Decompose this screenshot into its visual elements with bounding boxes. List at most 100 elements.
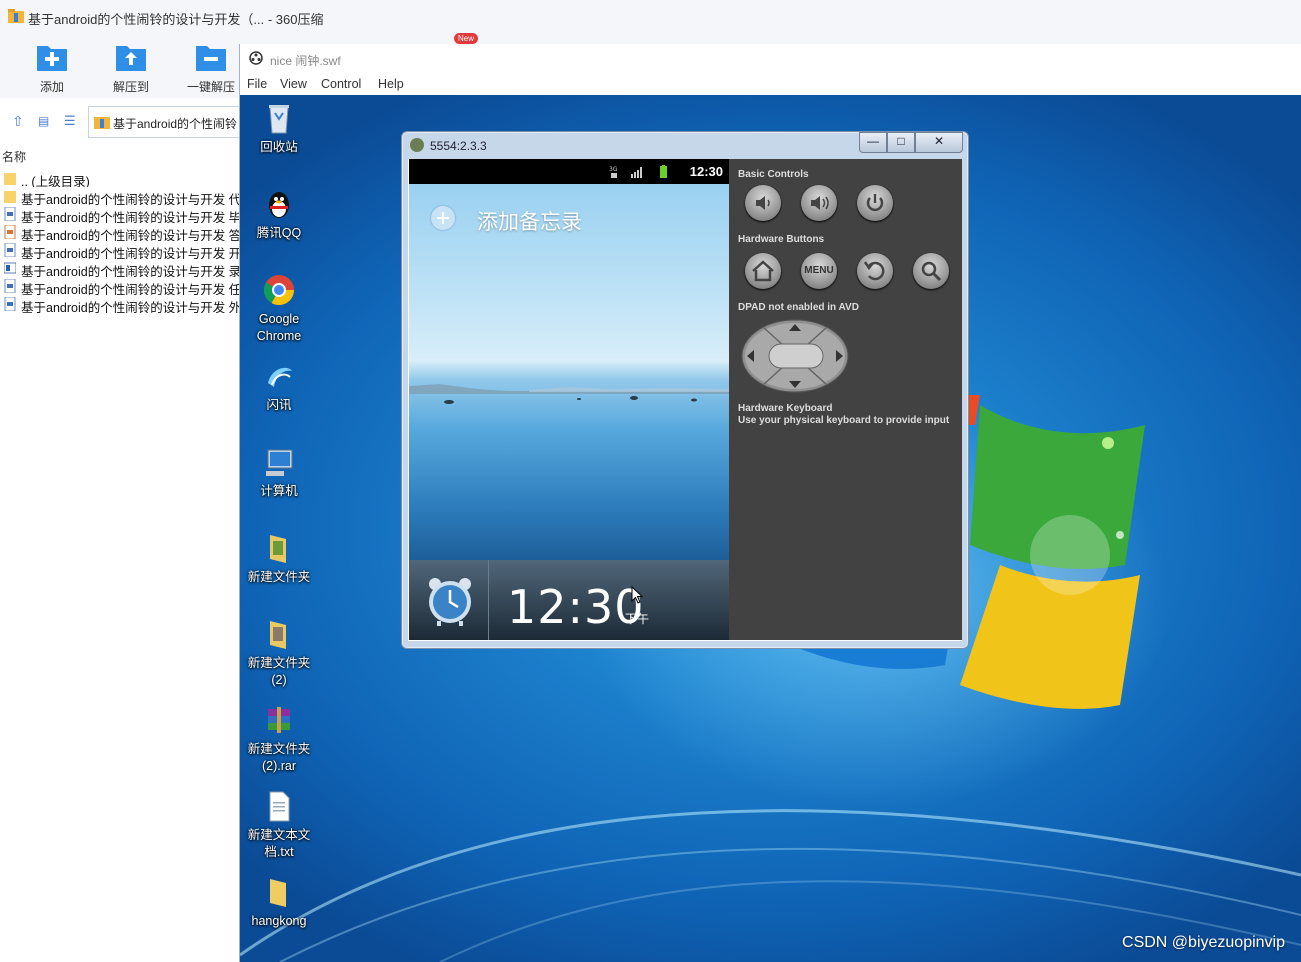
path-input[interactable]: 基于android的个性闹铃 [88, 106, 249, 138]
list-item[interactable]: 基于android的个性闹铃的设计与开发 任 [0, 277, 240, 295]
hardware-keyboard-hint: Use your physical keyboard to provide in… [738, 415, 950, 426]
one-click-label: 一键解压 [186, 80, 235, 94]
desktop-icon-rar[interactable]: 新建文件夹 (2).rar [242, 703, 316, 775]
desktop-icon-new-folder[interactable]: 新建文件夹 [242, 531, 316, 586]
shanxun-icon [262, 359, 296, 393]
path-text: 基于android的个性闹铃 [113, 117, 238, 131]
volume-up-button[interactable] [801, 185, 837, 221]
add-label: 添加 [39, 80, 64, 94]
add-memo-label[interactable]: 添加备忘录 [477, 206, 582, 236]
desktop-icon-qq[interactable]: 腾讯QQ [242, 187, 316, 242]
list-item[interactable]: 基于android的个性闹铃的设计与开发 代 [0, 187, 240, 205]
svg-text:3G: 3G [609, 166, 618, 173]
hangkong-label: hangkong [251, 914, 307, 928]
text-file-icon [262, 789, 296, 823]
power-button[interactable] [857, 185, 893, 221]
list-item[interactable]: 基于android的个性闹铃的设计与开发 开 [0, 241, 240, 259]
computer-icon [262, 445, 296, 479]
flash-menubar: File View Control Help [240, 74, 1301, 94]
desktop-icon-hangkong[interactable]: hangkong [242, 875, 316, 930]
home-button[interactable] [745, 253, 781, 289]
desktop-icon-chrome[interactable]: Google Chrome [242, 273, 316, 345]
menu-button-label: MENU [804, 265, 834, 276]
emulator-title: 5554:2.3.3 [430, 139, 487, 153]
new-badge: New [454, 33, 479, 44]
list-item[interactable]: 基于android的个性闹铃的设计与开发 毕 [0, 205, 240, 223]
folder-icon [262, 531, 296, 565]
list-view-icon[interactable]: ☰ [64, 114, 78, 128]
emulator-control-panel: Basic Controls Hardware Buttons MENU DPA… [729, 159, 962, 640]
android-wallpaper: 添加备忘录 [409, 184, 729, 560]
txt-label: 新建文本文 档.txt [247, 828, 311, 859]
volume-down-icon [756, 196, 770, 210]
desktop-icon-shanxun[interactable]: 闪讯 [242, 359, 316, 414]
name-column-label: 名称 [2, 150, 27, 164]
signal-battery-icons: 3G [609, 165, 667, 178]
folder-icon [4, 191, 16, 203]
qq-penguin-icon [262, 187, 296, 221]
flash-titlebar: nice 闹钟.swf [240, 44, 1301, 72]
dpad-control[interactable] [741, 319, 849, 393]
hardware-buttons-heading: Hardware Buttons [738, 234, 825, 245]
ppt-icon [4, 225, 16, 239]
volume-down-button[interactable] [745, 185, 781, 221]
close-button[interactable]: ✕ [915, 132, 963, 153]
chrome-label: Google Chrome [256, 312, 302, 343]
extract-folder-icon [115, 42, 147, 72]
name-column-header[interactable]: 名称 [0, 145, 240, 165]
chrome-icon [262, 273, 296, 307]
basic-controls-heading: Basic Controls [738, 169, 809, 180]
search-icon [921, 261, 942, 282]
android-robot-icon [410, 138, 424, 152]
android-screen[interactable]: 3G 12:30 添加备忘录 12:30 下午 [409, 159, 729, 640]
android-status-bar: 3G 12:30 [409, 159, 729, 184]
dpad-notice: DPAD not enabled in AVD [738, 302, 859, 313]
hardware-keyboard-info: Hardware Keyboard Use your physical keyb… [738, 403, 949, 427]
alarm-clock-icon [429, 578, 471, 626]
mouse-cursor-icon [631, 586, 643, 604]
up-arrow-icon[interactable]: ⇧ [12, 114, 26, 128]
menu-help[interactable]: Help [378, 77, 404, 91]
menu-button[interactable]: MENU [801, 253, 837, 289]
list-item[interactable]: 基于android的个性闹铃的设计与开发 答 [0, 223, 240, 241]
desktop-icon-txt[interactable]: 新建文本文 档.txt [242, 789, 316, 861]
minimize-button[interactable]: — [859, 132, 887, 153]
clock-widget[interactable]: 12:30 下午 [409, 560, 729, 640]
maximize-button[interactable]: □ [887, 132, 915, 153]
add-memo-icon[interactable] [431, 206, 455, 230]
emulator-body: 3G 12:30 添加备忘录 12:30 下午 Basic Controls H… [408, 159, 962, 641]
list-item[interactable]: .. (上级目录) [0, 169, 240, 187]
archive-icon [94, 117, 110, 129]
zip-titlebar: 基于android的个性闹铃的设计与开发（... - 360压缩 [0, 0, 1301, 34]
one-click-folder-icon [195, 42, 227, 72]
zip-window-title: 基于android的个性闹铃的设计与开发（... - 360压缩 [28, 12, 324, 27]
add-button[interactable]: 添加 [17, 42, 87, 95]
qq-label: 腾讯QQ [256, 226, 302, 240]
desktop-icon-computer[interactable]: 计算机 [242, 445, 316, 500]
add-folder-icon [36, 42, 68, 72]
search-button[interactable] [913, 253, 949, 289]
extract-to-button[interactable]: 解压到 [96, 42, 166, 95]
back-button[interactable] [857, 253, 893, 289]
menu-view[interactable]: View [280, 77, 307, 91]
folder-icon [4, 173, 16, 185]
winrar-icon [262, 703, 296, 737]
archive-icon [8, 9, 24, 23]
power-icon [866, 194, 884, 212]
widget-time: 12:30 [507, 580, 645, 634]
recycle-bin-icon [262, 101, 296, 135]
desktop-icon-recycle-bin[interactable]: 回收站 [242, 101, 316, 156]
menu-file[interactable]: File [247, 77, 267, 91]
widget-divider [488, 560, 489, 640]
home-icon [752, 260, 774, 282]
file-list: .. (上级目录) 基于android的个性闹铃的设计与开发 代 基于andro… [0, 169, 240, 313]
new-folder-2-label: 新建文件夹 (2) [247, 656, 311, 687]
word-doc-icon [4, 297, 16, 311]
list-item[interactable]: 基于android的个性闹铃的设计与开发 外 [0, 295, 240, 313]
list-item[interactable]: 基于android的个性闹铃的设计与开发 录 [0, 259, 240, 277]
shanxun-label: 闪讯 [266, 398, 292, 412]
menu-control[interactable]: Control [321, 77, 361, 91]
desktop-icon-new-folder-2[interactable]: 新建文件夹 (2) [242, 617, 316, 689]
one-click-extract-button[interactable]: 一键解压 [176, 42, 246, 95]
thumbnail-view-icon[interactable]: ▤ [38, 114, 52, 128]
